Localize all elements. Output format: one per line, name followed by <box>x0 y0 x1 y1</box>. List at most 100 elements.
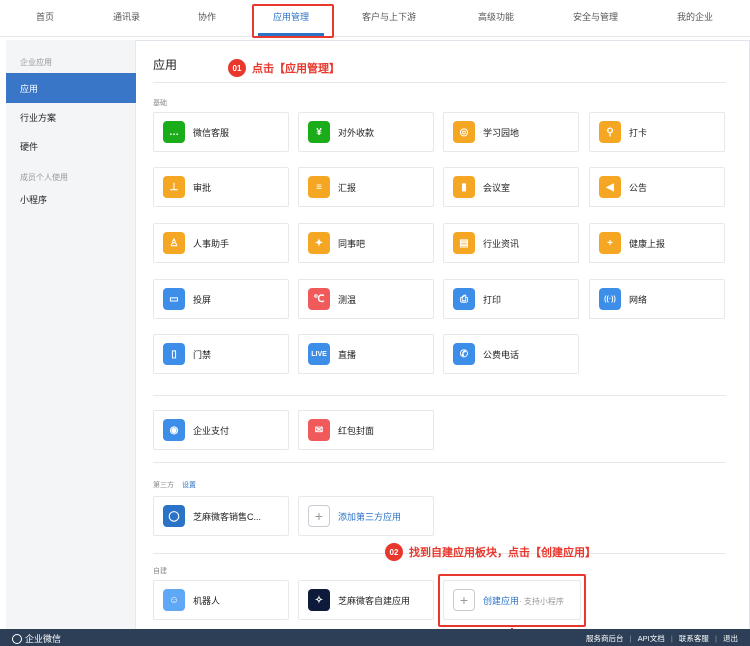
app-card-label: 机器人 <box>193 594 220 607</box>
app-card-label: 添加第三方应用 <box>338 510 401 523</box>
app-card-title: 机器人 <box>193 595 221 606</box>
app-card-title: 学习园地 <box>483 127 520 138</box>
app-card-title: 行业资讯 <box>483 238 520 249</box>
app-card-title: 审批 <box>193 182 212 193</box>
sidebar-item-apps-label: 应用 <box>20 84 39 94</box>
nav-item-my-enterprise[interactable]: 我的企业 <box>677 10 713 23</box>
app-card[interactable]: ☺ 机器人 <box>153 580 289 620</box>
app-card-title: 芝麻微客自建应用 <box>338 595 411 606</box>
nav-item-home[interactable]: 首页 <box>36 10 54 23</box>
sidebar-item-industry-solutions[interactable]: 行业方案 <box>20 111 56 124</box>
app-card[interactable]: ◯ 芝麻微客销售C... <box>153 496 289 536</box>
app-card[interactable]: ✉ 红包封面 <box>298 410 434 450</box>
app-card[interactable]: ℃ 测温 <box>298 279 434 319</box>
app-card-title: 人事助手 <box>193 238 230 249</box>
app-card[interactable]: ♙ 人事助手 <box>153 223 289 263</box>
app-card[interactable]: ✆ 公费电话 <box>443 334 579 374</box>
nav-item-security[interactable]: 安全与管理 <box>573 10 618 23</box>
app-card[interactable]: ≡ 汇报 <box>298 167 434 207</box>
footer-link-api-docs[interactable]: API文档 <box>638 634 665 643</box>
app-card[interactable]: ▭ 投屏 <box>153 279 289 319</box>
app-card-title: 红包封面 <box>338 425 375 436</box>
footer-brand-label: 企业微信 <box>25 634 62 644</box>
app-card-title: 直播 <box>338 349 357 360</box>
app-card[interactable]: ⚲ 打卡 <box>589 112 725 152</box>
app-card-title: 健康上报 <box>629 238 666 249</box>
app-card[interactable]: ▤ 行业资讯 <box>443 223 579 263</box>
callout-step-1: 01 点击【应用管理】 <box>228 59 340 77</box>
app-card-label: 投屏 <box>193 293 211 306</box>
app-card[interactable]: ⎙ 打印 <box>443 279 579 319</box>
app-card[interactable]: LIVE 直播 <box>298 334 434 374</box>
footer-link-contact-support[interactable]: 联系客服 <box>679 634 709 643</box>
app-icon: ▭ <box>163 288 185 310</box>
app-card[interactable]: ¥ 对外收款 <box>298 112 434 152</box>
callout-step-2-text: 找到自建应用板块，点击【创建应用】 <box>409 547 596 559</box>
highlight-box-app-management <box>252 4 334 38</box>
callout-step-2-number: 02 <box>385 543 403 561</box>
footer-separator: | <box>629 634 632 643</box>
sidebar-item-mini-program[interactable]: 小程序 <box>20 193 47 206</box>
app-card[interactable]: ◀ 公告 <box>589 167 725 207</box>
app-card-label: 汇报 <box>338 181 356 194</box>
sidebar-item-apps[interactable]: 应用 <box>6 73 136 103</box>
app-card-label: 门禁 <box>193 348 211 361</box>
footer-links: 服务商后台 | API文档 | 联系客服 | 退出 <box>582 633 738 644</box>
app-card-title: 汇报 <box>338 182 357 193</box>
nav-item-advanced[interactable]: 高级功能 <box>478 10 514 23</box>
app-icon: ☺ <box>163 589 185 611</box>
app-card-title: 会议室 <box>483 182 511 193</box>
footer-bar: 企业微信 服务商后台 | API文档 | 联系客服 | 退出 <box>0 629 750 646</box>
app-card[interactable]: ◎ 学习园地 <box>443 112 579 152</box>
app-card-label: 直播 <box>338 348 356 361</box>
third-party-settings-link[interactable]: 设置 <box>182 482 196 489</box>
app-card-label: 人事助手 <box>193 237 229 250</box>
footer-link-provider-backend[interactable]: 服务商后台 <box>586 634 624 643</box>
top-nav: 首页 通讯录 协作 应用管理 客户与上下游 高级功能 安全与管理 我的企业 <box>0 0 750 38</box>
app-card-title: 企业支付 <box>193 425 230 436</box>
app-card-label: 行业资讯 <box>483 237 519 250</box>
nav-item-contacts[interactable]: 通讯录 <box>113 10 140 23</box>
section-third-party-title: 第三方 <box>153 482 174 489</box>
footer-brand[interactable]: 企业微信 <box>12 632 61 645</box>
app-card-label: 测温 <box>338 293 356 306</box>
app-card[interactable]: ⊥ 审批 <box>153 167 289 207</box>
app-icon: ◀ <box>599 176 621 198</box>
app-card[interactable]: ✦ 同事吧 <box>298 223 434 263</box>
footer-separator: | <box>670 634 673 643</box>
app-card[interactable]: + 健康上报 <box>589 223 725 263</box>
callout-step-2: 02 找到自建应用板块，点击【创建应用】 <box>385 543 596 561</box>
sidebar-item-hardware[interactable]: 硬件 <box>20 140 38 153</box>
app-card-title: 网络 <box>629 294 648 305</box>
app-icon: ◯ <box>163 505 185 527</box>
app-card[interactable]: ◉ 企业支付 <box>153 410 289 450</box>
app-card-title: 同事吧 <box>338 238 366 249</box>
app-icon: ▮ <box>453 176 475 198</box>
app-card[interactable]: ▮ 会议室 <box>443 167 579 207</box>
highlight-box-create-app <box>438 574 586 627</box>
app-card[interactable]: … 微信客服 <box>153 112 289 152</box>
app-card[interactable]: ✧ 芝麻微客自建应用 <box>298 580 434 620</box>
app-card-label: 健康上报 <box>629 237 665 250</box>
app-card-label: 审批 <box>193 181 211 194</box>
plus-icon: + <box>308 505 330 527</box>
add-app-card[interactable]: + 添加第三方应用 <box>298 496 434 536</box>
footer-link-logout[interactable]: 退出 <box>723 634 738 643</box>
app-card-title: 公费电话 <box>483 349 520 360</box>
app-card[interactable]: ((·)) 网络 <box>589 279 725 319</box>
app-card-title: 微信客服 <box>193 127 230 138</box>
app-card[interactable]: ▯ 门禁 <box>153 334 289 374</box>
app-icon: ✧ <box>308 589 330 611</box>
app-card-label: 芝麻微客销售C... <box>193 510 261 523</box>
nav-item-collaboration[interactable]: 协作 <box>198 10 216 23</box>
divider <box>153 82 726 83</box>
app-card-title: 打印 <box>483 294 502 305</box>
app-card-label: 打印 <box>483 293 501 306</box>
app-card-label: 公告 <box>629 181 647 194</box>
app-card-title: 门禁 <box>193 349 212 360</box>
app-card-label: 企业支付 <box>193 424 229 437</box>
app-icon: ✉ <box>308 419 330 441</box>
app-card-label: 红包封面 <box>338 424 374 437</box>
nav-item-customers[interactable]: 客户与上下游 <box>362 10 416 23</box>
app-icon: ◉ <box>163 419 185 441</box>
